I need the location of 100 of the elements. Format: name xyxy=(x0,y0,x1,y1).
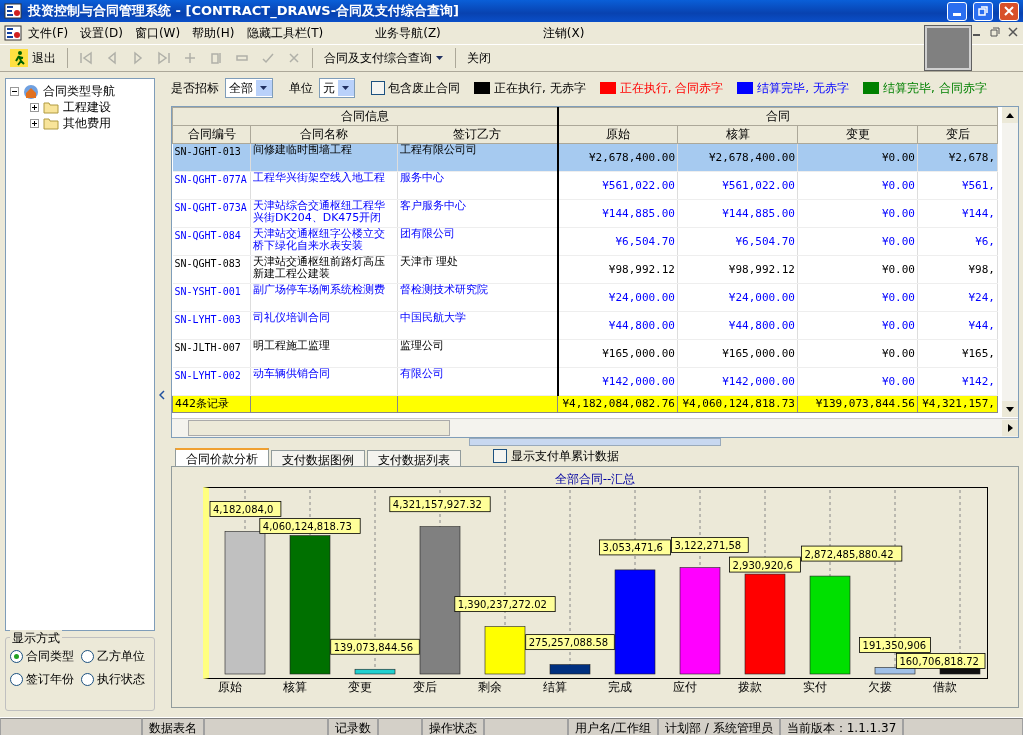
collapse-icon[interactable] xyxy=(159,389,165,400)
table-cell: ¥2,678,400.00 xyxy=(677,143,798,172)
tree-item[interactable]: 工程建设 xyxy=(63,98,111,116)
table-cell: ¥98,992.12 xyxy=(677,255,798,284)
data-label: 4,321,157,927.32 xyxy=(392,499,482,511)
radio-option[interactable]: 乙方单位 xyxy=(81,648,150,665)
table-row[interactable]: SN-LYHT-003 司礼仪培训合同 中国民航大学 ¥44,800.00 ¥44,800.00 ¥0.00 ¥44, xyxy=(172,311,998,340)
chart-title: 全部合同--汇总 xyxy=(554,471,636,487)
category-label: 应付 xyxy=(671,679,698,696)
menu-item[interactable]: 业务导航(Z) xyxy=(369,22,447,44)
table-cell: ¥165, xyxy=(917,339,998,368)
radio-option[interactable]: 合同类型 xyxy=(10,648,79,665)
value-label: 4,060,124,818.73 xyxy=(259,518,361,534)
tree-item[interactable]: 其他费用 xyxy=(63,114,111,132)
table-row[interactable]: SN-JLTH-007 明工程施工监理 监理公司 ¥165,000.00 ¥165,000.00 ¥0.00 ¥165, xyxy=(172,339,998,368)
filter-label: 单位 xyxy=(289,79,313,97)
exit-button[interactable]: 退出 xyxy=(6,47,60,69)
table-row[interactable]: SN-YSHT-001 副广场停车场闸系统检测费 督检测技术研究院 ¥24,000.00 ¥24,000.00 ¥0.00 ¥24, xyxy=(172,283,998,312)
table-cell: 工程有限公司司 xyxy=(397,143,558,172)
scroll-right-button[interactable] xyxy=(1002,420,1018,436)
table-cell: ¥98,992.12 xyxy=(557,255,678,284)
view-dropdown[interactable]: 合同及支付综合查询 xyxy=(320,47,448,69)
value-label: 2,872,485,880.42 xyxy=(801,545,903,562)
table-cell: SN-LYHT-002 xyxy=(172,367,251,396)
data-label: 275,257,088.58 xyxy=(528,637,609,649)
table-cell: 动车辆供销合同 xyxy=(250,367,398,396)
restore-icon[interactable] xyxy=(989,26,1001,38)
table-row[interactable]: SN-JGHT-013 间修建临时围墙工程 工程有限公司司 ¥2,678,400.00 ¥2,678,400.00 ¥0.00 ¥2,678, xyxy=(172,143,998,172)
table-cell: 客户服务中心 xyxy=(397,199,558,228)
data-label: 2,930,920,6 xyxy=(732,559,793,571)
value-label: 2,930,920,6 xyxy=(729,556,801,573)
table-cell: 间修建临时围墙工程 xyxy=(250,143,398,172)
menu-item[interactable]: 帮助(H) xyxy=(186,22,241,44)
close-icon[interactable] xyxy=(1007,26,1019,38)
chart-bar xyxy=(354,668,396,675)
scroll-up-button[interactable] xyxy=(1002,107,1018,123)
table-cell: ¥165,000.00 xyxy=(677,339,798,368)
status-field: 当前版本：1.1.1.37 xyxy=(779,718,904,735)
menu-item[interactable]: 注销(X) xyxy=(536,22,591,44)
category-label: 拨款 xyxy=(736,679,763,696)
data-label: 4,060,124,818.73 xyxy=(262,521,352,533)
legend-label: 正在执行, 无赤字 xyxy=(494,79,586,97)
table-row[interactable]: SN-QGHT-073A 天津站综合交通枢纽工程华兴街DK204、DK475开闭 客户服务中心 ¥144,885.00 ¥144,885.00 ¥0.00 ¥144, xyxy=(172,199,998,228)
chart-bar xyxy=(549,664,591,675)
table-cell: SN-QGHT-073A xyxy=(172,199,251,228)
close-button[interactable] xyxy=(999,1,1019,21)
tree-item[interactable]: 合同类型导航 xyxy=(43,82,115,100)
category-label: 完成 xyxy=(606,679,633,696)
data-label: 4,182,084,0 xyxy=(213,503,274,515)
splitter-handle[interactable] xyxy=(469,438,721,446)
chart-bar xyxy=(874,667,916,675)
table-cell: ¥98, xyxy=(917,255,998,284)
table-cell: ¥142,000.00 xyxy=(677,367,798,396)
table-row[interactable]: SN-QGHT-084 天津站交通枢纽字公楼立交桥下绿化自来水表安装 团有限公司 ¥6,504.70 ¥6,504.70 ¥0.00 ¥6, xyxy=(172,227,998,256)
collapse-toggle[interactable] xyxy=(10,86,19,96)
table-cell: SN-QGHT-084 xyxy=(172,227,251,256)
cumulative-checkbox[interactable]: 显示支付单累计数据 xyxy=(493,447,619,465)
expand-toggle[interactable] xyxy=(30,118,39,128)
status-field xyxy=(378,718,422,735)
unit-select[interactable]: 元 xyxy=(319,78,355,98)
value-label: 191,350,906 xyxy=(859,637,931,653)
radio-option[interactable]: 执行状态 xyxy=(81,671,150,688)
table-cell: ¥6,504.70 xyxy=(557,227,678,256)
table-cell: ¥0.00 xyxy=(797,143,918,172)
table-cell: ¥144, xyxy=(917,199,998,228)
menu-item[interactable]: 窗口(W) xyxy=(128,22,187,44)
table-cell: ¥6, xyxy=(917,227,998,256)
value-label: 4,182,084,0 xyxy=(209,501,282,517)
tab[interactable]: 合同价款分析 xyxy=(175,448,269,466)
expand-toggle[interactable] xyxy=(30,102,39,112)
minimize-button[interactable] xyxy=(947,1,967,21)
menu-item[interactable]: 文件(F) xyxy=(22,22,75,44)
table-row[interactable]: SN-QGHT-077A 工程华兴街架空线入地工程 服务中心 ¥561,022.00 ¥561,022.00 ¥0.00 ¥561, xyxy=(172,171,998,200)
category-label: 结算 xyxy=(541,679,568,696)
scroll-down-button[interactable] xyxy=(1002,401,1018,417)
close-view-button[interactable]: 关闭 xyxy=(463,47,495,69)
menu-item[interactable]: 设置(D) xyxy=(74,22,129,44)
table-cell: ¥142, xyxy=(917,367,998,396)
horizontal-scrollbar[interactable] xyxy=(172,418,1018,437)
copy-icon xyxy=(208,50,224,66)
vertical-scrollbar[interactable] xyxy=(1002,107,1018,417)
legend-label: 结算完毕, 无赤字 xyxy=(757,79,849,97)
include-void-checkbox[interactable]: 包含废止合同 xyxy=(371,79,460,97)
table-row[interactable]: SN-QGHT-083 天津站交通枢纽前路灯高压新建工程公建装 天津市 理处 ¥98,992.12 ¥98,992.12 ¥0.00 ¥98, xyxy=(172,255,998,284)
table-cell: ¥0.00 xyxy=(797,171,918,200)
group-header: 合同信息 xyxy=(172,107,558,126)
radio-option[interactable]: 签订年份 xyxy=(10,671,79,688)
table-cell: 天津市 理处 xyxy=(397,255,558,284)
tab[interactable]: 支付数据列表 xyxy=(367,450,461,466)
menu-item[interactable]: 隐藏工具栏(T) xyxy=(240,22,330,44)
running-man-icon xyxy=(10,49,28,67)
app-icon xyxy=(4,25,22,41)
table-cell: ¥0.00 xyxy=(797,227,918,256)
bid-select[interactable]: 全部 xyxy=(225,78,273,98)
restore-button[interactable] xyxy=(973,1,993,21)
tab[interactable]: 支付数据图例 xyxy=(271,450,365,466)
restore-icon xyxy=(978,6,988,16)
table-cell: ¥24, xyxy=(917,283,998,312)
table-cell: ¥0.00 xyxy=(797,283,918,312)
category-label: 实付 xyxy=(801,679,828,696)
